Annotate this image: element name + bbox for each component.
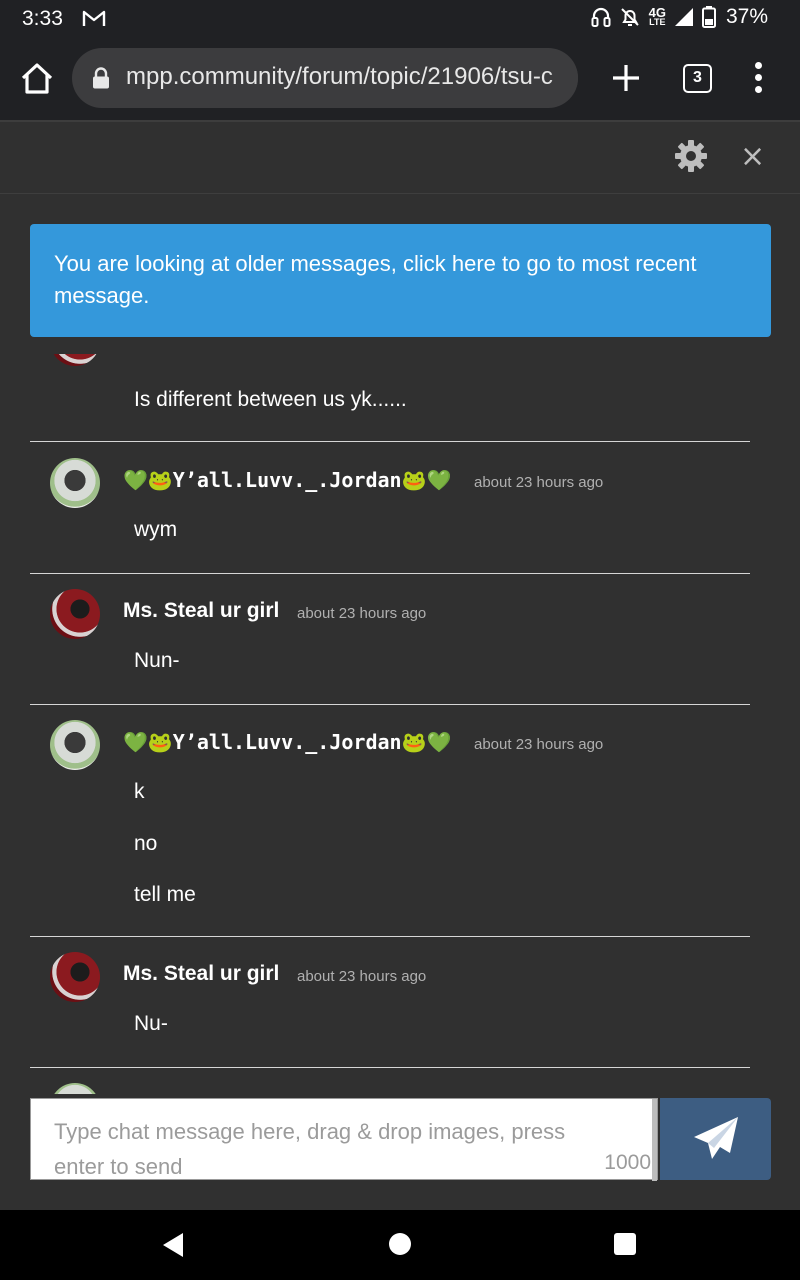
status-time: 3:33 bbox=[22, 7, 63, 30]
message-timestamp: about 23 hours ago bbox=[474, 736, 604, 753]
battery-percent: 37% bbox=[725, 5, 768, 28]
list-item bbox=[30, 1068, 750, 1094]
message-text: Nun- bbox=[134, 649, 180, 672]
back-icon[interactable] bbox=[161, 1232, 185, 1258]
url-text: mpp.community/forum/topic/21906/tsu-c bbox=[126, 63, 553, 90]
signal-icon bbox=[674, 8, 693, 26]
list-item: 💚🐸Y’all.Luvv._.Jordan🐸💚 about 23 hours a… bbox=[30, 443, 750, 574]
message-list: Is different between us yk...... 💚🐸Y’all… bbox=[0, 354, 800, 1094]
gmail-icon bbox=[82, 10, 106, 26]
chat-input-placeholder: Type chat message here, drag & drop imag… bbox=[54, 1119, 566, 1179]
message-text: Is different between us yk...... bbox=[134, 388, 407, 411]
message-text: Nu- bbox=[134, 1012, 168, 1035]
status-bar: 3:33 4G LTE 37% bbox=[0, 0, 800, 38]
tab-count-button[interactable]: 3 bbox=[683, 64, 712, 93]
message-username[interactable]: 💚🐸Y’all.Luvv._.Jordan🐸💚 bbox=[123, 730, 451, 754]
home-icon[interactable] bbox=[18, 60, 56, 98]
message-timestamp: about 23 hours ago bbox=[297, 605, 427, 622]
chat-panel: × You are looking at older messages, cli… bbox=[0, 120, 800, 1210]
older-messages-notice[interactable]: You are looking at older messages, click… bbox=[30, 224, 771, 337]
message-username[interactable]: 💚🐸Y’all.Luvv._.Jordan🐸💚 bbox=[123, 468, 451, 492]
input-scrollbar[interactable] bbox=[652, 1099, 657, 1181]
message-timestamp: about 23 hours ago bbox=[474, 474, 604, 491]
send-button[interactable] bbox=[660, 1098, 771, 1180]
message-text: k bbox=[134, 780, 145, 803]
gear-icon[interactable] bbox=[673, 138, 709, 174]
network-indicator: 4G LTE bbox=[648, 5, 666, 27]
avatar[interactable] bbox=[50, 458, 100, 508]
avatar[interactable] bbox=[50, 952, 100, 1002]
message-timestamp: about 23 hours ago bbox=[297, 968, 427, 985]
headphones-icon bbox=[591, 7, 611, 27]
plus-icon[interactable] bbox=[608, 60, 644, 96]
system-nav-bar bbox=[0, 1210, 800, 1280]
recents-icon[interactable] bbox=[614, 1233, 636, 1255]
url-bar[interactable]: mpp.community/forum/topic/21906/tsu-c bbox=[72, 48, 578, 108]
list-item: Is different between us yk...... bbox=[30, 354, 750, 442]
avatar bbox=[50, 354, 100, 366]
avatar bbox=[50, 1083, 100, 1094]
message-username[interactable]: Ms. Steal ur girl bbox=[123, 962, 279, 986]
lock-icon bbox=[93, 67, 109, 89]
status-icons: 4G LTE 37% bbox=[591, 5, 768, 29]
bell-off-icon bbox=[620, 8, 639, 26]
char-count: 1000 bbox=[604, 1151, 651, 1174]
avatar[interactable] bbox=[50, 589, 100, 639]
message-username[interactable]: Ms. Steal ur girl bbox=[123, 599, 279, 623]
list-item: 💚🐸Y’all.Luvv._.Jordan🐸💚 about 23 hours a… bbox=[30, 705, 750, 937]
home-circle-icon[interactable] bbox=[389, 1233, 411, 1255]
avatar[interactable] bbox=[50, 720, 100, 770]
paper-plane-icon bbox=[694, 1117, 738, 1159]
chat-header: × bbox=[0, 122, 800, 194]
battery-icon bbox=[701, 6, 716, 28]
chat-message-input[interactable]: Type chat message here, drag & drop imag… bbox=[30, 1098, 658, 1181]
browser-toolbar: mpp.community/forum/topic/21906/tsu-c 3 bbox=[0, 38, 800, 120]
list-item: Ms. Steal ur girl about 23 hours ago Nu- bbox=[30, 937, 750, 1068]
list-item: Ms. Steal ur girl about 23 hours ago Nun… bbox=[30, 574, 750, 705]
message-text: tell me bbox=[134, 883, 196, 906]
close-icon[interactable]: × bbox=[740, 142, 765, 172]
message-text: no bbox=[134, 832, 158, 855]
message-text: wym bbox=[134, 518, 178, 541]
overflow-menu-icon[interactable] bbox=[748, 62, 768, 96]
